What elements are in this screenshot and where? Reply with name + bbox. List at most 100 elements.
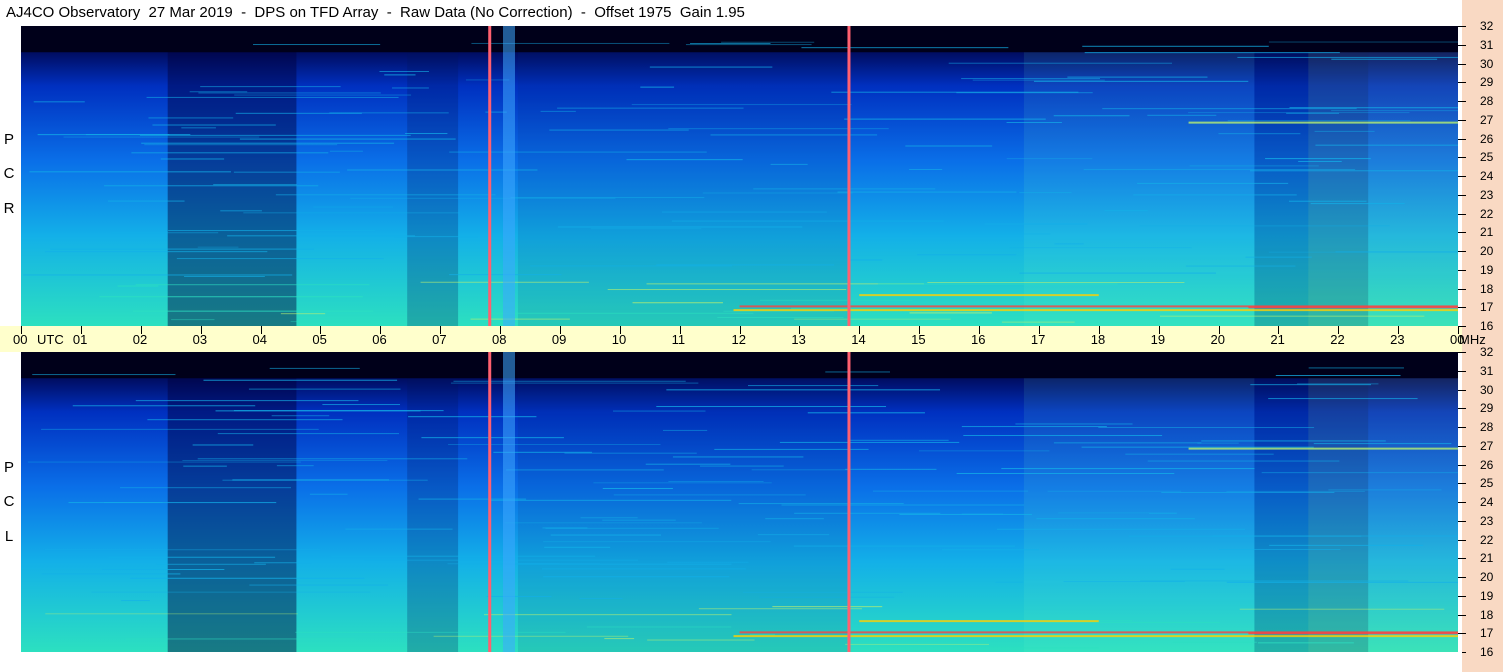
lcp-emission-line [147, 419, 343, 421]
rcp-emission-line [168, 230, 376, 232]
rcp-emission-line [144, 144, 338, 146]
rcp-emission-line [171, 319, 215, 321]
lcp-emission-line [961, 513, 1004, 515]
rcp-emission-line [141, 142, 395, 144]
lcp-emission-line [72, 405, 256, 407]
rcp-emission-line [905, 145, 993, 147]
lcp-strong-emission [859, 620, 1099, 623]
lcp-emission-line [27, 461, 301, 463]
lcp-shade-band [167, 352, 297, 652]
rcp-letter-p: P [3, 131, 14, 148]
frequency-tick-mark [1458, 464, 1466, 466]
time-tick-label: 14 [851, 332, 866, 347]
rcp-emission-line [239, 138, 456, 140]
rcp-emission-line [685, 44, 812, 46]
lcp-emission-line [269, 367, 360, 369]
lcp-emission-line [668, 480, 764, 482]
rcp-shade-band [517, 26, 848, 326]
lcp-emission-line [738, 503, 904, 505]
frequency-tick-mark [1458, 633, 1466, 635]
lcp-letter-c: C [3, 493, 15, 510]
frequency-tick-label: 31 [1480, 37, 1494, 52]
lcp-emission-line [845, 468, 937, 470]
lcp-emission-line [1172, 641, 1257, 643]
rcp-emission-line [107, 200, 185, 202]
lcp-shade-band [1023, 352, 1255, 652]
lcp-emission-line [450, 382, 699, 384]
lcp-interference-column [502, 352, 515, 652]
rcp-emission-line [671, 220, 944, 222]
time-tick-label: 12 [731, 332, 746, 347]
lcp-emission-line [1328, 489, 1442, 491]
lcp-emission-line [135, 400, 359, 402]
time-tick-label: 16 [971, 332, 986, 347]
frequency-tick-mark [1458, 213, 1466, 215]
lcp-emission-line [1147, 460, 1340, 462]
frequency-tick-mark [1458, 614, 1466, 616]
lcp-emission-line [504, 522, 702, 524]
rcp-emission-line [290, 321, 371, 323]
rcp-emission-line [1033, 80, 1249, 82]
rcp-emission-line [227, 235, 415, 237]
rcp-emission-line [849, 259, 883, 261]
rcp-emission-line [801, 47, 1009, 49]
lcp-emission-line [248, 388, 401, 390]
lcp-letter-p: P [3, 459, 14, 476]
rcp-emission-line [794, 318, 951, 320]
rcp-emission-line [135, 284, 370, 286]
rcp-emission-line [392, 87, 429, 89]
rcp-emission-line [1054, 243, 1084, 245]
rcp-emission-line [1227, 120, 1411, 122]
rcp-marker-line-1 [488, 26, 492, 326]
frequency-tick-mark [1458, 483, 1466, 485]
rcp-emission-line [1237, 56, 1458, 58]
rcp-emission-line [233, 171, 340, 173]
frequency-tick-mark [1458, 82, 1466, 84]
rcp-emission-line [1067, 76, 1208, 78]
frequency-tick-mark [1458, 232, 1466, 234]
lcp-emission-line [667, 561, 749, 563]
frequency-tick-label: 26 [1480, 457, 1494, 472]
rcp-emission-line [972, 79, 1105, 81]
rcp-emission-line [33, 101, 85, 103]
frequency-tick-mark [1458, 44, 1466, 46]
frequency-tick-label: 30 [1480, 56, 1494, 71]
lcp-emission-line [1125, 453, 1274, 455]
rcp-emission-line [759, 299, 913, 301]
lcp-strong-emission [733, 635, 1458, 638]
rcp-emission-line [488, 312, 754, 314]
rcp-emission-line [1084, 52, 1340, 54]
lcp-emission-line [68, 502, 277, 504]
rcp-emission-line [753, 188, 936, 190]
lcp-emission-line [271, 415, 330, 417]
frequency-tick-mark [1458, 577, 1466, 578]
time-tick-label: 17 [1030, 332, 1046, 347]
rcp-emission-line [220, 210, 262, 212]
rcp-emission-line [917, 254, 1017, 256]
time-tick-label: 03 [192, 332, 208, 347]
rcp-emission-line [471, 42, 670, 44]
lcp-emission-line [772, 606, 883, 608]
frequency-tick-label: 30 [1480, 382, 1494, 397]
frequency-tick-label: 16 [1480, 645, 1494, 659]
rcp-emission-line [1249, 170, 1458, 172]
rcp-emission-line [626, 159, 743, 161]
rcp-shade-band [1308, 26, 1458, 326]
lcp-emission-line [604, 638, 635, 640]
lcp-emission-line [714, 448, 869, 450]
frequency-tick-mark [1458, 101, 1466, 102]
rcp-emission-line [912, 233, 1051, 235]
lcp-emission-line [1218, 548, 1341, 550]
lcp-emission-line [1268, 398, 1418, 400]
lcp-emission-line [541, 568, 746, 570]
frequency-tick-label: 27 [1480, 438, 1494, 453]
rcp-emission-line [631, 104, 852, 106]
lcp-emission-line [41, 573, 181, 575]
frequency-tick-mark [1458, 26, 1466, 27]
bottom-margin [0, 652, 1462, 672]
frequency-tick-mark [1458, 352, 1466, 353]
lcp-emission-line [421, 437, 564, 439]
rcp-svg [21, 26, 1458, 326]
rcp-emission-line [405, 133, 448, 135]
lcp-emission-line [1226, 490, 1365, 492]
